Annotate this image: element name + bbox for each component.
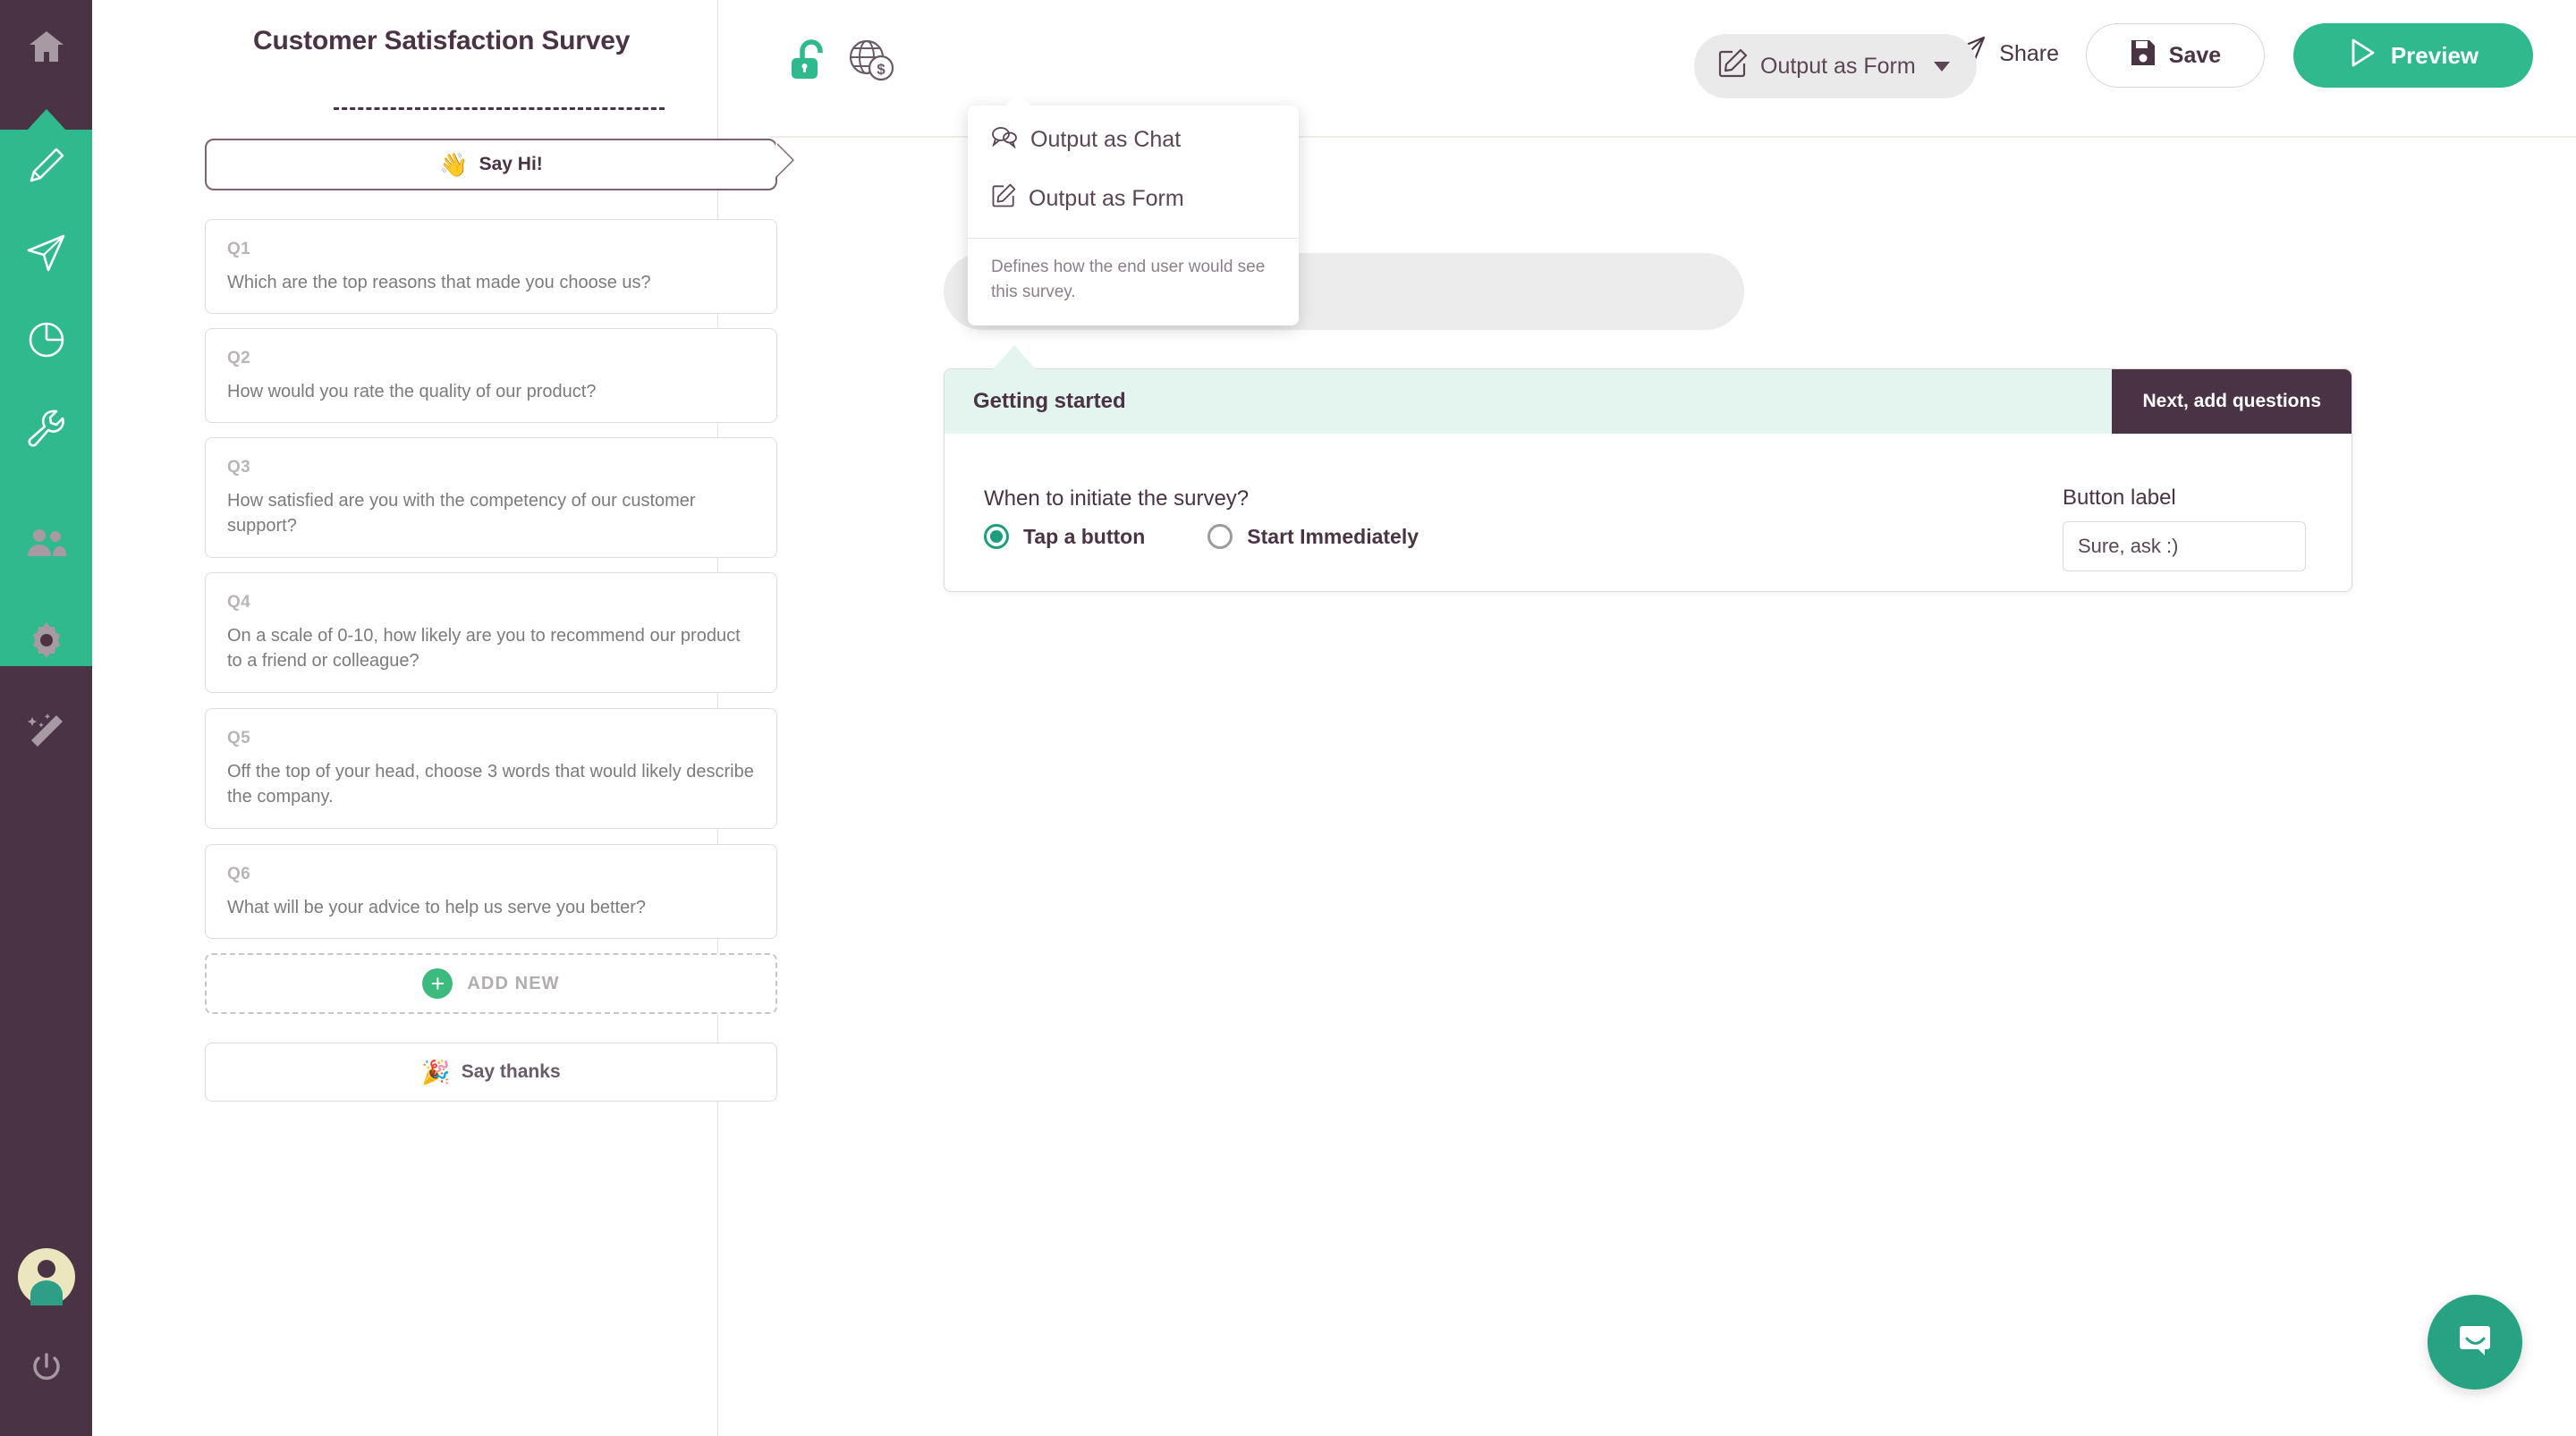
initiate-radio-group: Tap a button Start Immediately (984, 524, 1419, 549)
radio-dot-unselected (1208, 524, 1233, 549)
question-card-q4[interactable]: Q4 On a scale of 0-10, how likely are yo… (205, 572, 777, 693)
floppy-disk-icon (2130, 38, 2157, 73)
say-hi-tail (775, 143, 792, 177)
pencil-icon (27, 146, 66, 185)
survey-questions-panel: Customer Satisfaction Survey 👋 Say Hi! Q… (92, 0, 718, 1436)
plus-icon: + (422, 968, 453, 999)
sidebar-item-settings[interactable] (0, 597, 92, 683)
currency-settings-button[interactable]: $ (847, 38, 895, 87)
chat-bubble-icon (2452, 1317, 2498, 1368)
radio-start-immediately[interactable]: Start Immediately (1208, 524, 1419, 549)
say-hi-label: Say Hi! (479, 154, 543, 175)
panel-pointer (993, 345, 1036, 369)
pie-chart-icon (27, 320, 66, 359)
avatar[interactable] (0, 1234, 92, 1320)
question-card-q5[interactable]: Q5 Off the top of your head, choose 3 wo… (205, 708, 777, 829)
gear-icon (27, 621, 66, 660)
power-icon (30, 1351, 64, 1385)
question-number: Q6 (227, 865, 755, 884)
menu-item-output-as-chat[interactable]: Output as Chat (968, 106, 1299, 169)
say-hi-card[interactable]: 👋 Say Hi! (205, 139, 777, 190)
preview-button[interactable]: Preview (2293, 23, 2533, 88)
panel-title: Getting started (973, 389, 1126, 414)
preview-label: Preview (2391, 42, 2479, 70)
sidebar-item-home[interactable] (0, 4, 92, 89)
button-label-value: Sure, ask :) (2078, 535, 2178, 558)
play-triangle-icon (2348, 38, 2377, 74)
question-card-q1[interactable]: Q1 Which are the top reasons that made y… (205, 219, 777, 314)
chat-icon (991, 125, 1018, 155)
edit-square-icon (1717, 48, 1748, 85)
next-add-questions-button[interactable]: Next, add questions (2112, 369, 2351, 434)
question-card-q2[interactable]: Q2 How would you rate the quality of our… (205, 328, 777, 423)
magic-wand-icon (26, 712, 67, 751)
say-thanks-card[interactable]: 🎉 Say thanks (205, 1043, 777, 1102)
question-card-q3[interactable]: Q3 How satisfied are you with the compet… (205, 437, 777, 558)
svg-text:$: $ (877, 61, 886, 78)
question-text: Off the top of your head, choose 3 words… (227, 759, 755, 810)
question-number: Q3 (227, 458, 755, 477)
radio-label: Tap a button (1023, 525, 1145, 549)
share-label: Share (1999, 41, 2059, 67)
radio-label: Start Immediately (1247, 525, 1419, 549)
sidebar-item-audience[interactable] (0, 501, 92, 587)
menu-item-label: Output as Form (1029, 186, 1184, 212)
dropdown-hint-text: Defines how the end user would see this … (968, 239, 1299, 325)
save-button[interactable]: Save (2086, 23, 2265, 88)
unlock-icon (788, 39, 829, 87)
globe-dollar-icon: $ (847, 38, 895, 87)
send-icon (26, 233, 67, 273)
home-icon (28, 30, 65, 63)
user-avatar-icon (18, 1248, 75, 1305)
dropdown-arrow (1004, 92, 1032, 107)
radio-dot-selected (984, 524, 1009, 549)
question-number: Q2 (227, 349, 755, 368)
power-button[interactable] (0, 1325, 92, 1411)
sidebar-item-send[interactable] (0, 210, 92, 296)
button-label-title: Button label (2063, 486, 2176, 511)
menu-item-label: Output as Chat (1030, 127, 1181, 153)
say-thanks-label: Say thanks (462, 1061, 561, 1083)
question-text: What will be your advice to help us serv… (227, 895, 755, 920)
panel-header: Getting started Next, add questions (945, 369, 2351, 434)
sidebar-item-magic[interactable] (0, 688, 92, 774)
left-nav-rail (0, 0, 92, 1436)
menu-item-output-as-form[interactable]: Output as Form (968, 169, 1299, 229)
output-mode-label: Output as Form (1760, 54, 1916, 80)
question-number: Q1 (227, 240, 755, 259)
output-mode-dropdown-menu: Output as Chat Output as Form Defines ho… (968, 106, 1299, 325)
next-button-label: Next, add questions (2142, 391, 2321, 412)
question-text: On a scale of 0-10, how likely are you t… (227, 623, 755, 674)
edit-square-icon (991, 183, 1016, 215)
output-mode-dropdown-button[interactable]: Output as Form (1694, 34, 1977, 98)
sidebar-item-tools[interactable] (0, 384, 92, 470)
sidebar-item-build[interactable] (0, 122, 92, 208)
sidebar-item-results[interactable] (0, 297, 92, 383)
add-new-question-button[interactable]: + ADD NEW (205, 953, 777, 1014)
question-card-q6[interactable]: Q6 What will be your advice to help us s… (205, 844, 777, 939)
people-icon (26, 528, 67, 560)
question-text: How would you rate the quality of our pr… (227, 379, 755, 404)
chevron-down-icon (1934, 62, 1950, 72)
add-new-label: ADD NEW (467, 974, 559, 994)
question-text: Which are the top reasons that made you … (227, 270, 755, 295)
question-text: How satisfied are you with the competenc… (227, 488, 755, 539)
initiate-question-label: When to initiate the survey? (984, 486, 1249, 511)
save-label: Save (2169, 43, 2221, 69)
waving-hand-icon: 👋 (439, 151, 468, 179)
radio-tap-a-button[interactable]: Tap a button (984, 524, 1145, 549)
wrench-icon (26, 408, 67, 447)
intercom-chat-launcher[interactable] (2428, 1295, 2522, 1390)
app-root: Customer Satisfaction Survey 👋 Say Hi! Q… (0, 0, 2576, 1436)
party-popper-icon: 🎉 (421, 1059, 450, 1086)
lock-toggle-button[interactable] (788, 39, 829, 87)
question-number: Q5 (227, 729, 755, 748)
page-title: Customer Satisfaction Survey (253, 25, 647, 58)
title-divider (334, 107, 665, 110)
question-number: Q4 (227, 593, 755, 612)
button-label-input[interactable]: Sure, ask :) (2063, 521, 2306, 571)
